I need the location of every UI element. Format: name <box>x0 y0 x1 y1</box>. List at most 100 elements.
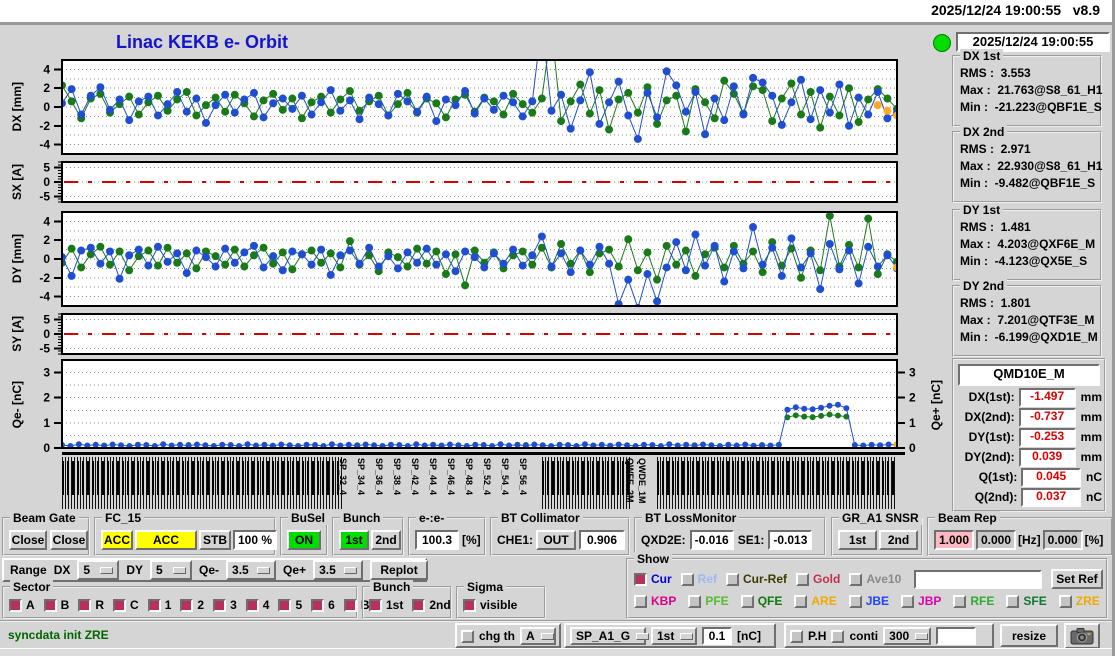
range-dy-dropdown[interactable]: 5 <box>150 560 193 580</box>
dropdown-handle-icon <box>540 632 554 640</box>
stat-min: Min : -21.223@QBF1E_S <box>960 100 1102 114</box>
camera-icon <box>1070 627 1094 644</box>
fc15-acc-button-1[interactable]: ACC <box>101 530 133 550</box>
dropdown-handle-icon <box>636 632 650 640</box>
fc15-acc-button-2[interactable]: ACC <box>135 530 197 550</box>
sector-4-checkbox[interactable] <box>245 598 259 612</box>
resize-button[interactable]: resize <box>1000 624 1058 647</box>
range-qem-dropdown[interactable]: 3.5 <box>226 560 277 580</box>
fc15-stb-button[interactable]: STB <box>199 530 231 550</box>
beam-gate-close-button-2[interactable]: Close <box>50 530 88 550</box>
sigma-visible-checkbox[interactable] <box>463 598 476 612</box>
chg-th-checkbox[interactable] <box>461 629 474 643</box>
threshold-field[interactable]: 0.1 <box>702 627 732 645</box>
stats-group-dy-1st: DY 1st RMS : 1.481 Max : 4.203@QXF6E_M Min … <box>952 203 1102 281</box>
extra-field[interactable] <box>936 627 977 645</box>
chg-th-label: chg th <box>479 629 515 643</box>
show-toggle-qfe-label: QFE <box>757 594 783 608</box>
show-toggle-jbe-checkbox[interactable] <box>848 594 862 608</box>
stat-min: Min : -9.482@QBF1E_S <box>960 176 1096 190</box>
gr-a1-2nd-button[interactable]: 2nd <box>879 530 918 550</box>
dx-orbit-chart: 4 2 0 -2 -4 <box>39 59 898 155</box>
bpm-label: SP_46_4 <box>446 458 456 496</box>
show-toggle-cur-label: Cur <box>651 572 672 586</box>
sector-a-label: A <box>26 598 35 612</box>
sp-bunch-dropdown[interactable]: 1st <box>651 627 697 645</box>
conti-label: conti <box>849 629 879 643</box>
range-dx-dropdown[interactable]: 5 <box>77 560 120 580</box>
screenshot-button[interactable] <box>1064 623 1100 649</box>
ee-ratio-field[interactable]: 100.3 <box>415 530 459 550</box>
busel-on-button[interactable]: ON <box>287 530 321 550</box>
window-titlebar: 2025/12/24 19:00:55 v8.9 <box>0 0 1112 25</box>
bpm-x-axis-labels: SP_32_4 SP_34_4 SP_36_4 SP_38_4 SP_42_4 SP_44… <box>62 452 905 513</box>
bpm-label: SP_54_4 <box>500 458 510 496</box>
svg-text:2: 2 <box>43 233 50 247</box>
range-qep-dropdown[interactable]: 3.5 <box>313 560 364 580</box>
range-panel: Range DX 5 DY 5 Qe- 3.5 Qe+ 3.5 Replot <box>2 558 429 582</box>
gr-a1-1st-button[interactable]: 1st <box>838 530 877 550</box>
sector-3-checkbox[interactable] <box>213 598 227 612</box>
ph-label: P.H <box>808 629 827 643</box>
chg-th-dropdown[interactable]: A <box>520 627 556 645</box>
stat-min: Min : -4.123@QX5E_S <box>960 254 1088 268</box>
monitor-name-field[interactable]: QMD10E_M <box>958 364 1100 386</box>
replot-button[interactable]: Replot <box>370 560 429 580</box>
ph-checkbox[interactable] <box>790 629 803 643</box>
sp-monitor-dropdown[interactable]: SP_A1_G <box>570 627 650 645</box>
bunch-sel-1st-checkbox[interactable] <box>369 598 382 612</box>
show-toggle-jbp-label: JBP <box>918 594 942 608</box>
show-toggle-jbp-checkbox[interactable] <box>901 594 915 608</box>
fc15-group: FC_15 ACC ACC STB 100 % <box>94 511 277 556</box>
show-toggle-zre-checkbox[interactable] <box>1058 594 1072 608</box>
bunch-2nd-button[interactable]: 2nd <box>371 530 401 550</box>
sector-c-checkbox[interactable] <box>113 598 127 612</box>
fc15-percent-field[interactable]: 100 % <box>233 530 277 550</box>
svg-text:0: 0 <box>909 441 916 452</box>
che1-out-button[interactable]: OUT <box>536 530 577 550</box>
sector-6-checkbox[interactable] <box>311 598 325 612</box>
sector-b-checkbox[interactable] <box>43 598 57 612</box>
monitor-value-field: 0.037 <box>1021 487 1081 507</box>
set-ref-button[interactable]: Set Ref <box>1051 569 1103 589</box>
show-toggle-kbp-checkbox[interactable] <box>634 594 647 608</box>
stat-rms: RMS : 3.553 <box>960 66 1031 80</box>
show-toggle-sfe-label: SFE <box>1023 594 1047 608</box>
show-toggle-rfe-checkbox[interactable] <box>953 594 967 608</box>
sector-2-checkbox[interactable] <box>180 598 194 612</box>
show-toggle-pfe-checkbox[interactable] <box>688 594 702 608</box>
show-toggle-gold-label: Gold <box>813 572 841 586</box>
show-toggle-sfe-checkbox[interactable] <box>1006 594 1020 608</box>
count-dropdown[interactable]: 300 <box>883 627 932 645</box>
ref-file-input[interactable] <box>914 569 1043 589</box>
sector-5-checkbox[interactable] <box>278 598 292 612</box>
beam-rep-group: Beam Rep 1.000 0.000 [Hz] 0.000 [%] <box>927 511 1112 556</box>
show-toggle-are-checkbox[interactable] <box>794 594 808 608</box>
range-dx-label: DX <box>53 563 71 577</box>
dropdown-handle-icon <box>257 566 271 574</box>
beam-gate-close-button-1[interactable]: Close <box>9 530 47 550</box>
sector-a-checkbox[interactable] <box>9 598 22 612</box>
monitor-value-field: 0.039 <box>1018 447 1076 467</box>
status-indicator <box>933 34 951 52</box>
bunch-sel-2nd-checkbox[interactable] <box>412 598 426 612</box>
show-toggle-gold-checkbox[interactable] <box>796 572 810 586</box>
bpm-label: SP_42_4 <box>410 458 420 496</box>
threshold-unit: [nC] <box>737 629 761 643</box>
conti-checkbox[interactable] <box>831 629 845 643</box>
sector-bt-checkbox[interactable] <box>343 598 357 612</box>
stat-max: Max : 7.201@QTF3E_M <box>960 313 1095 327</box>
show-toggle-ref-checkbox[interactable] <box>680 572 694 586</box>
bunch-1st-button[interactable]: 1st <box>339 530 369 550</box>
show-toggle-ave10-checkbox[interactable] <box>849 572 863 586</box>
show-toggle-qfe-checkbox[interactable] <box>740 594 754 608</box>
acquisition-panel: P.H conti 300 <box>784 623 994 648</box>
stats-group-title: DY 1st <box>960 203 1004 217</box>
sector-r-checkbox[interactable] <box>78 598 92 612</box>
sigma-visible-label: visible <box>480 598 518 612</box>
show-toggle-cur-ref-checkbox[interactable] <box>726 572 740 586</box>
sector-1-checkbox[interactable] <box>147 598 161 612</box>
monitor-row: DY(1st): -0.253 mm <box>956 427 1102 447</box>
bpm-label: QWFE_2M <box>625 458 635 503</box>
show-toggle-cur-checkbox[interactable] <box>634 572 647 586</box>
